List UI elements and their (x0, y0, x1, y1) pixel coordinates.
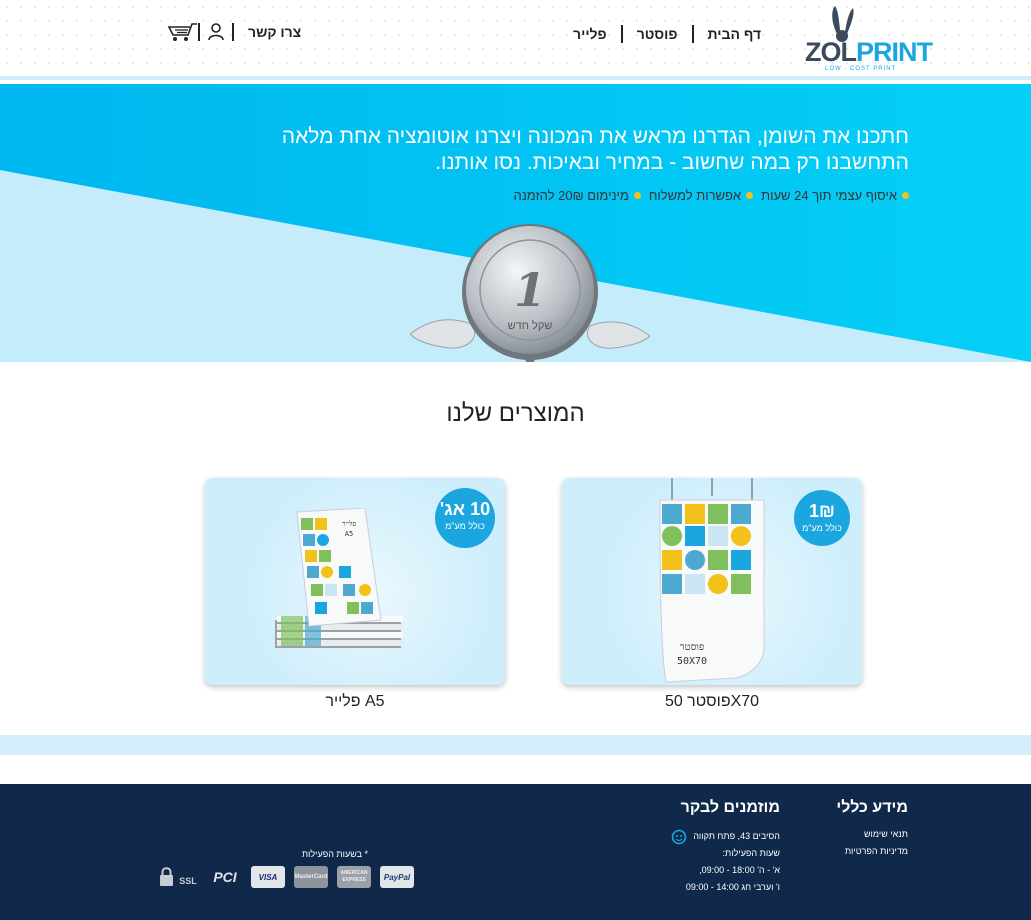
price-vat: כולל מע"מ (802, 523, 842, 533)
price-badge: 1₪ כולל מע"מ (794, 490, 850, 546)
utility-nav: צרו קשר (158, 22, 301, 42)
nav-poster[interactable]: פוסטר (623, 24, 692, 44)
site-footer: מידע כללי תנאי שימוש מדיניות הפרטיות מוז… (0, 784, 1031, 920)
product-label-flyer[interactable]: פלייר A5 (205, 693, 505, 711)
footer-visit-title: מוזמנים לבקר (680, 799, 780, 816)
footer-general-title: מידע כללי (836, 799, 908, 816)
site-header: ZOLPRINT LOW · COST PRINT דף הבית פוסטר … (0, 0, 1031, 80)
poster-print-title: פוסטר (680, 642, 704, 653)
paypal-logo: PayPal (380, 866, 414, 888)
feature-text: איסוף עצמי תוך 24 שעות (761, 188, 897, 203)
price-value: 1₪ (809, 501, 835, 521)
footer-general: מידע כללי תנאי שימוש מדיניות הפרטיות (836, 798, 908, 860)
waze-icon[interactable] (671, 829, 687, 845)
terms-link[interactable]: תנאי שימוש (836, 826, 908, 843)
feature-text: אפשרות למשלוח (648, 188, 742, 203)
user-icon (208, 23, 224, 41)
mastercard-logo: MasterCard (294, 866, 328, 888)
privacy-link[interactable]: מדיניות הפרטיות (836, 843, 908, 860)
hero-line-1: חתכנו את השומן, הגדרנו מראש את המכונה וי… (281, 125, 909, 148)
poster-print-size: 50X70 (677, 656, 707, 667)
logo-tagline: LOW · COST PRINT (825, 66, 897, 72)
visa-logo: VISA (251, 866, 285, 888)
logo[interactable]: ZOLPRINT LOW · COST PRINT (805, 4, 933, 74)
account-button[interactable] (200, 23, 232, 41)
hero-banner: חתכנו את השומן, הגדרנו מראש את המכונה וי… (0, 84, 1031, 362)
coin-text: שקל חדש (508, 319, 553, 332)
feature-text: מינימום 20₪ להזמנה (513, 188, 629, 203)
product-card-poster[interactable]: פוסטר 50X70 1₪ כולל מע"מ (562, 478, 862, 685)
hero-headline: חתכנו את השומן, הגדרנו מראש את המכונה וי… (189, 124, 909, 176)
flyer-print-title: פלייר (342, 520, 356, 528)
logo-zol: ZOL (805, 37, 857, 67)
price-badge: 10 אג' כולל מע"מ (435, 488, 495, 548)
amex-logo: AMERICAN EXPRESS (337, 866, 371, 888)
logo-print: PRINT (856, 37, 933, 67)
hero-features: איסוף עצמי תוך 24 שעות אפשרות למשלוח מינ… (505, 188, 909, 203)
shekel-coin-icon: 1 שקל חדש (409, 224, 651, 362)
nav-divider (198, 23, 200, 41)
flyer-print-size: A5 (345, 530, 353, 538)
product-card-flyer[interactable]: פלייר A5 10 אג' כולל מע"מ (205, 478, 505, 685)
coin-illustration: 1 שקל חדש (409, 224, 651, 362)
nav-home[interactable]: דף הבית (694, 24, 761, 44)
bullet-dot-icon (902, 192, 909, 199)
payment-methods: * בשעות הפעילות SSL PCI VISA MasterCard … (158, 848, 428, 888)
address-text: הסיבים 43, פתח תקווה (693, 831, 780, 841)
products-heading: המוצרים שלנו (446, 400, 585, 427)
nav-contact[interactable]: צרו קשר (234, 22, 301, 42)
nav-divider (691, 25, 694, 43)
ssl-label: SSL (179, 876, 197, 886)
feature-item: מינימום 20₪ להזמנה (513, 188, 641, 203)
coin-value: 1 (514, 263, 546, 317)
feature-item: אפשרות למשלוח (648, 188, 754, 203)
nav-divider (620, 25, 623, 43)
payment-note: * בשעות הפעילות (301, 849, 368, 859)
cart-icon (167, 23, 197, 41)
flyer-image: פלייר A5 (275, 508, 403, 648)
ssl-lock-icon: SSL (160, 867, 197, 886)
payment-logos: SSL PCI VISA MasterCard AMERICAN EXPRESS… (158, 866, 428, 888)
hours-title: שעות הפעילות: (722, 848, 780, 858)
logo-wordmark: ZOLPRINT (805, 37, 933, 67)
pci-logo: PCI (213, 869, 237, 885)
main-nav: דף הבית פוסטר פלייר (559, 24, 761, 44)
divider-band (0, 735, 1031, 755)
nav-divider (232, 23, 234, 41)
poster-image: פוסטר 50X70 (659, 478, 765, 683)
address-row: הסיבים 43, פתח תקווה (671, 828, 780, 845)
price-value: 10 אג' (439, 499, 491, 519)
bullet-dot-icon (746, 192, 754, 199)
bullet-dot-icon (633, 192, 641, 199)
nav-flyer[interactable]: פלייר (559, 24, 621, 44)
price-vat: כולל מע"מ (445, 521, 485, 531)
feature-item: איסוף עצמי תוך 24 שעות (761, 188, 909, 203)
hero-line-2: התחשבנו רק במה שחשוב - במחיר ובאיכות. נס… (435, 151, 909, 174)
cart-button[interactable] (158, 22, 198, 42)
footer-visit: מוזמנים לבקר הסיבים 43, פתח תקווה שעות ה… (671, 798, 780, 896)
hours-weekday: א' - ה' 18:00 - 09:00, (699, 865, 780, 875)
hours-friday: ו' וערבי חג 14:00 - 09:00 (685, 882, 780, 892)
product-label-poster[interactable]: פוסטר 50X70 (562, 693, 862, 711)
